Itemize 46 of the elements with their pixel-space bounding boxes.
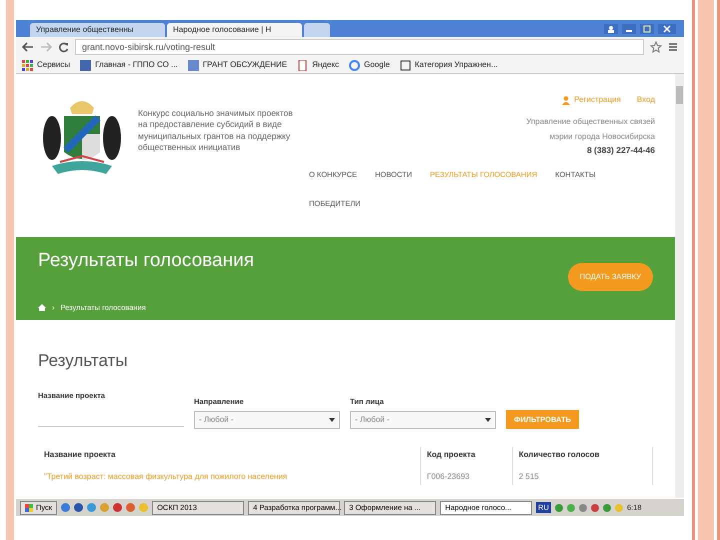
select-field[interactable]: - Любой -	[194, 410, 340, 429]
bookmark-link[interactable]: ГРАНТ ОБСУЖДЕНИЕ	[202, 59, 288, 71]
section-title: Результаты	[38, 350, 129, 372]
maximize-icon[interactable]	[640, 24, 654, 34]
scrollbar-thumb[interactable]	[676, 86, 683, 104]
address-field[interactable]: grant.novo-sibirsk.ru/voting-result	[75, 39, 644, 55]
circle-icon	[348, 60, 360, 70]
select-value: - Любой -	[199, 414, 234, 426]
bookmark-link[interactable]: Сервисы	[37, 59, 70, 71]
windows-logo-icon	[25, 504, 33, 512]
back-icon[interactable]	[22, 42, 34, 52]
table-cell: 2 515	[512, 468, 652, 485]
caret-icon	[485, 418, 491, 422]
phone-number: 8 (383) 227-44-46	[586, 144, 655, 158]
site-icon	[80, 60, 92, 70]
reload-icon[interactable]	[58, 42, 69, 52]
page-title: Результаты голосования	[38, 249, 254, 273]
select-field[interactable]: - Любой -	[350, 410, 496, 429]
page-icon	[297, 60, 308, 70]
organization-name: мэрии города Новосибирска	[548, 131, 655, 144]
caret-icon	[329, 418, 335, 422]
scrollbar[interactable]	[675, 74, 684, 498]
browser-tab[interactable]: Народное голосование | Н	[167, 23, 302, 37]
star-icon[interactable]	[650, 41, 662, 53]
close-icon[interactable]	[658, 24, 676, 34]
forward-icon[interactable]	[40, 42, 52, 52]
menu-icon[interactable]	[668, 42, 678, 52]
page-icon	[400, 60, 411, 70]
site-description: Конкурс социально значимых проектов на предоставление субсидий в виде муниципальных грантов на поддержку общественных инициатив	[138, 108, 294, 154]
user-icon	[562, 96, 570, 104]
column-header: Код проекта	[420, 446, 512, 469]
column-header: Название проекта	[38, 446, 420, 469]
organization-name: Управление общественных связей	[526, 116, 655, 128]
bookmark-link[interactable]: Яндекс	[312, 59, 339, 71]
column-header: Количество голосов	[512, 446, 652, 469]
browser-tab[interactable]: Управление общественны	[30, 23, 165, 37]
select-value: - Любой -	[355, 414, 390, 426]
bookmark-link[interactable]: Главная - ГППО СО ...	[95, 59, 178, 71]
table-cell: Г006-23693	[420, 468, 512, 485]
home-icon[interactable]	[38, 304, 46, 311]
apps-icon	[22, 60, 33, 70]
site-icon	[188, 60, 199, 70]
bookmark-link[interactable]: Категория Упражнен...	[414, 59, 498, 71]
user-icon[interactable]	[604, 24, 618, 34]
minimize-icon[interactable]	[622, 24, 636, 34]
bookmark-link[interactable]: Google	[364, 59, 390, 71]
